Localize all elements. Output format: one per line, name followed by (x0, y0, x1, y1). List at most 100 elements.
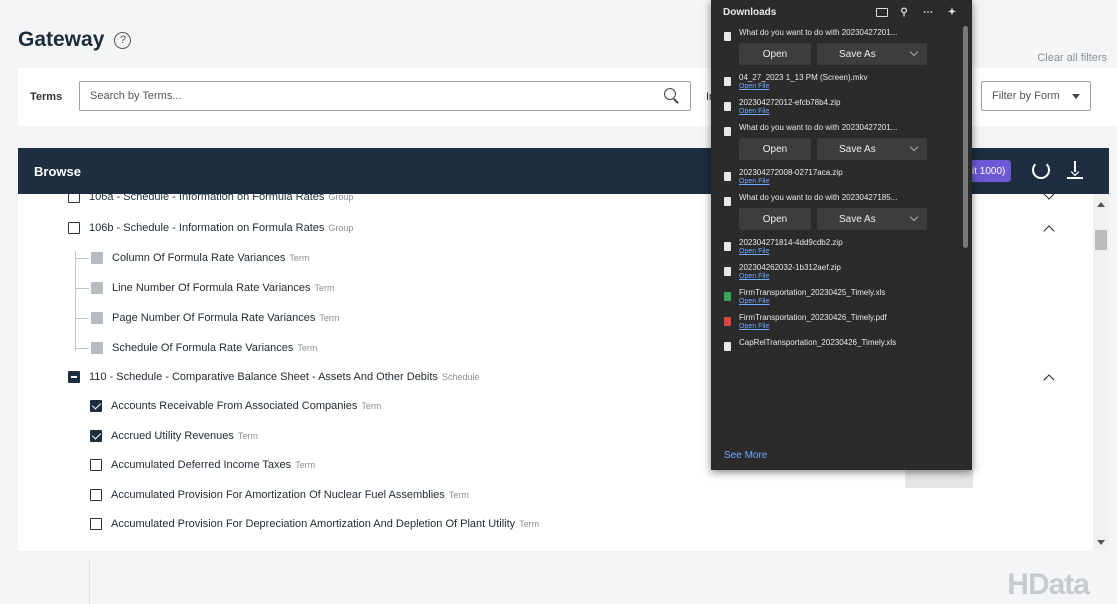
open-file-link[interactable]: Open File (739, 83, 951, 90)
pin-icon[interactable]: ✦ (944, 7, 960, 18)
checkbox[interactable] (90, 518, 102, 530)
row-label: Accumulated Provision For Amortization O… (111, 489, 445, 501)
question-circle-icon[interactable]: ? (114, 31, 132, 49)
save-as-button[interactable]: Save As (817, 208, 927, 230)
tree-row-term[interactable]: Accounts Receivable From Associated Comp… (90, 396, 381, 416)
download-item[interactable]: 20230427201​2-efcb78b4.zip Open File (711, 94, 961, 119)
terms-search-input[interactable] (90, 90, 664, 102)
download-name: FirmTransportation_20230425_Timely.xls (739, 288, 886, 297)
tree-row-group[interactable]: 106b - Schedule - Information on Formula… (68, 218, 353, 238)
file-icon (724, 197, 731, 206)
filter-by-form-select[interactable]: Filter by Form (981, 81, 1091, 111)
scroll-thumb[interactable] (1095, 230, 1107, 250)
checkbox[interactable] (68, 194, 80, 203)
filter-by-form-label: Filter by Form (992, 90, 1060, 102)
row-label: 106a - Schedule - Information on Formula… (89, 194, 325, 203)
row-tag: Term (361, 401, 382, 411)
limit-badge[interactable]: it 1000) (966, 160, 1012, 182)
search-icon[interactable]: ⚲ (896, 7, 912, 18)
file-icon (724, 242, 731, 251)
open-button[interactable]: Open (739, 208, 811, 230)
scroll-down-icon[interactable] (1097, 540, 1105, 545)
tree-row-term[interactable]: Accumulated Deferred Income Taxes Term (90, 455, 315, 475)
row-tag: Term (519, 519, 540, 529)
chevron-up-icon[interactable] (1043, 374, 1055, 386)
chevron-down-icon[interactable] (1043, 194, 1055, 200)
more-options-icon[interactable]: ⋯ (920, 7, 936, 18)
save-as-button[interactable]: Save As (817, 43, 927, 65)
checkbox[interactable] (91, 342, 103, 354)
row-tag: Term (297, 343, 318, 353)
row-label: 106b - Schedule - Information on Formula… (89, 222, 325, 234)
open-file-link[interactable]: Open File (739, 248, 951, 255)
tree-row-term[interactable]: Column Of Formula Rate Variances Term (75, 248, 309, 268)
open-button[interactable]: Open (739, 43, 811, 65)
row-tag: Term (319, 313, 340, 323)
checkbox[interactable] (90, 430, 102, 442)
download-name: What do you want to do with 20230427185.… (739, 193, 898, 202)
row-tag: Term (295, 460, 316, 470)
download-item[interactable]: 20230426203​2-1b312aef.zip Open File (711, 259, 961, 284)
downloads-scrollbar[interactable] (963, 26, 968, 248)
download-item[interactable]: FirmTransportation_20230426_Timely.pdf O… (711, 309, 961, 334)
page-header: Gateway ? (18, 28, 132, 52)
download-name: What do you want to do with 20230427201.… (739, 28, 898, 37)
row-tag: Term (237, 431, 258, 441)
tree-row-term[interactable]: Line Number Of Formula Rate Variances Ter… (75, 278, 335, 298)
scroll-up-icon[interactable] (1097, 202, 1105, 207)
download-icon[interactable] (1066, 161, 1084, 179)
open-file-link[interactable]: Open File (739, 178, 951, 185)
open-file-link[interactable]: Open File (739, 108, 951, 115)
download-name: 20230427200​8-02717aca.zip (739, 168, 843, 177)
file-icon (724, 127, 731, 136)
page-title: Gateway (18, 28, 105, 51)
tree-row-schedule[interactable]: 110 - Schedule - Comparative Balance She… (68, 367, 479, 387)
see-more-link[interactable]: See More (724, 450, 767, 461)
tree-row-term[interactable]: Accrued Utility Revenues Term (90, 426, 258, 446)
folder-icon[interactable] (876, 7, 888, 17)
file-icon (724, 32, 731, 41)
checkbox[interactable] (68, 371, 80, 383)
download-item[interactable]: FirmTransportation_20230425_Timely.xls O… (711, 284, 961, 309)
tree-scrollbar[interactable] (1093, 194, 1109, 551)
tree-row-term[interactable]: Accumulated Provision For Amortization O… (90, 485, 469, 505)
popup-shadow-area (905, 470, 973, 488)
save-as-label: Save As (839, 48, 876, 60)
checkbox[interactable] (91, 252, 103, 264)
browse-title: Browse (34, 164, 81, 179)
search-icon[interactable] (664, 88, 680, 104)
chevron-up-icon[interactable] (1043, 225, 1055, 237)
download-item[interactable]: CapRelTransportation_20230426_Timely.xls (711, 334, 961, 351)
open-button[interactable]: Open (739, 138, 811, 160)
checkbox[interactable] (90, 489, 102, 501)
download-item-prompt: What do you want to do with 20230427201.… (711, 24, 961, 69)
checkbox[interactable] (90, 459, 102, 471)
tree-row-term[interactable]: Schedule Of Formula Rate Variances Term (75, 338, 317, 358)
open-file-link[interactable]: Open File (739, 273, 951, 280)
download-item-prompt: What do you want to do with 20230427201.… (711, 119, 961, 164)
save-as-button[interactable]: Save As (817, 138, 927, 160)
row-label: Line Number Of Formula Rate Variances (112, 282, 311, 294)
checkbox[interactable] (90, 400, 102, 412)
refresh-icon[interactable] (1032, 161, 1050, 179)
row-label: Accounts Receivable From Associated Comp… (111, 400, 358, 412)
row-tag: Schedule (441, 372, 480, 382)
clear-filters-link[interactable]: Clear all filters (1037, 52, 1107, 64)
row-label: Accumulated Deferred Income Taxes (111, 459, 292, 471)
checkbox[interactable] (91, 282, 103, 294)
file-icon (724, 172, 731, 181)
checkbox[interactable] (91, 312, 103, 324)
terms-search-box[interactable] (79, 81, 691, 111)
open-file-link[interactable]: Open File (739, 298, 951, 305)
download-name: 04_27_2023 1_13 PM (Screen).mkv (739, 73, 868, 82)
row-tag: Term (289, 253, 310, 263)
download-item[interactable]: 20230427200​8-02717aca.zip Open File (711, 164, 961, 189)
download-item[interactable]: 20230427181​4-4dd9cdb2.zip Open File (711, 234, 961, 259)
checkbox[interactable] (68, 222, 80, 234)
row-label: 110 - Schedule - Comparative Balance She… (89, 371, 438, 383)
tree-row-term[interactable]: Page Number Of Formula Rate Variances Ter… (75, 308, 339, 328)
download-item[interactable]: 04_27_2023 1_13 PM (Screen).mkv Open Fil… (711, 69, 961, 94)
tree-row-term[interactable]: Accumulated Provision For Depreciation A… (90, 514, 539, 534)
open-file-link[interactable]: Open File (739, 323, 951, 330)
tree-row-group[interactable]: 106a - Schedule - Information on Formula… (68, 194, 353, 207)
